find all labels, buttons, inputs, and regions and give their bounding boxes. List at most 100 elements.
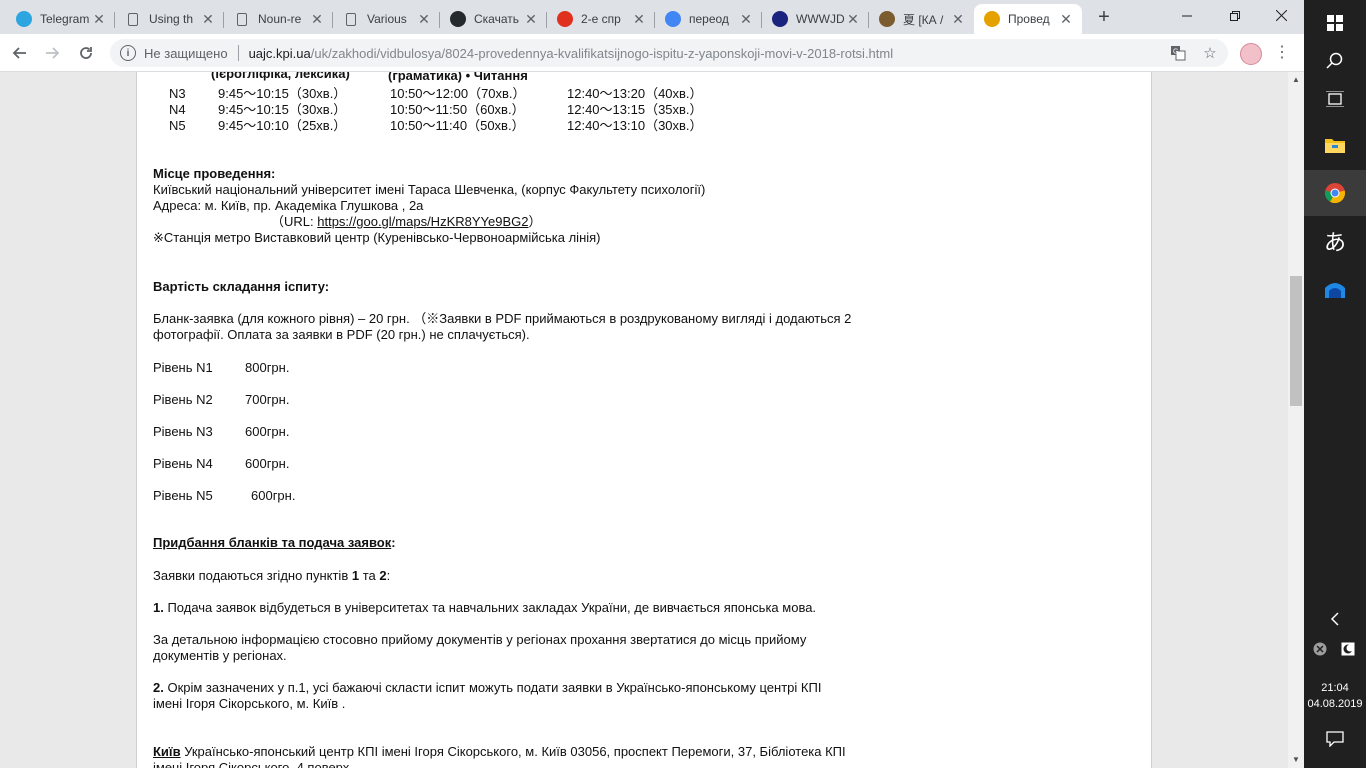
system-clock[interactable]: 21:04 04.08.2019 (1304, 680, 1366, 712)
close-window-button[interactable] (1258, 2, 1304, 30)
back-button[interactable] (6, 39, 34, 67)
intro-text-a: Заявки подаються згідно пунктів (153, 568, 352, 583)
applications-regions-line1: За детальною інформацією стосовно прийом… (153, 632, 807, 647)
tab-close-icon[interactable]: ✕ (845, 11, 861, 28)
intro-text-c: та (359, 568, 380, 583)
schedule-cell-c1: 9:45〜10:15（30хв.） (218, 86, 347, 101)
restore-button[interactable] (1212, 2, 1258, 30)
ime-app-button[interactable]: あ (1304, 218, 1366, 264)
arrow-right-icon (46, 47, 60, 59)
tab-close-icon[interactable]: ✕ (309, 11, 325, 28)
reload-button[interactable] (72, 39, 100, 67)
tab-close-icon[interactable]: ✕ (416, 11, 432, 28)
action-center-button[interactable] (1304, 716, 1366, 762)
info-icon[interactable]: i (120, 45, 136, 61)
tab-title: переод (689, 12, 729, 26)
intro-num-2: 2 (379, 568, 387, 583)
chrome-taskbar-button[interactable] (1304, 170, 1366, 216)
minimize-icon (1182, 15, 1192, 17)
address-bar[interactable]: i Не защищено uajc.kpi.ua/uk/zakhodi/vid… (110, 39, 1228, 67)
scroll-thumb[interactable] (1290, 276, 1302, 406)
point-2-number: 2. (153, 680, 164, 695)
tab-close-icon[interactable]: ✕ (200, 11, 216, 28)
browser-tab[interactable]: Скачать ✕ (440, 4, 547, 34)
app-icon (1325, 283, 1345, 298)
scroll-up-arrow-icon[interactable]: ▲ (1288, 72, 1304, 88)
tab-title: Noun-re (258, 12, 302, 26)
tab-close-icon[interactable]: ✕ (631, 11, 647, 28)
app-taskbar-button[interactable] (1304, 266, 1366, 312)
kyiv-center-line1: Київ Українсько-японський центр КПІ імен… (153, 744, 846, 760)
browser-tab[interactable]: Using th ✕ (115, 4, 224, 34)
point-2-text: Окрім зазначених у п.1, усі бажаючі скла… (163, 680, 822, 695)
tray-status-icon[interactable] (1310, 640, 1330, 658)
bookmark-star-icon[interactable]: ☆ (1198, 39, 1222, 67)
tab-close-icon[interactable]: ✕ (950, 11, 966, 28)
show-hidden-icons-button[interactable] (1304, 596, 1366, 642)
browser-menu-button[interactable]: ⋮ (1274, 40, 1290, 66)
task-view-icon (1326, 91, 1344, 107)
folder-icon (1325, 139, 1345, 153)
venue-heading: Місце проведення: (153, 166, 276, 181)
tab-title: Telegram (40, 12, 90, 26)
chrome-icon (1324, 183, 1346, 204)
tab-favicon-telegram-icon (16, 11, 32, 27)
browser-tab[interactable]: 2-е спр ✕ (547, 4, 655, 34)
reload-icon (80, 47, 92, 59)
tab-close-icon[interactable]: ✕ (523, 11, 539, 28)
schedule-cell-c3: 12:40〜13:15（35хв.） (567, 102, 703, 117)
scroll-down-arrow-icon[interactable]: ▼ (1288, 752, 1304, 768)
applications-heading: Придбання бланків та подача заявок: (153, 535, 396, 551)
browser-tab[interactable]: Провед ✕ (974, 4, 1082, 34)
windows-taskbar: あ 21:04 04.08.2019 (1304, 0, 1366, 768)
tab-favicon-site-icon (879, 11, 895, 27)
page-viewport: (ієрогліфіка, лексика) (граматика) • Чит… (0, 72, 1288, 768)
profile-avatar[interactable] (1240, 43, 1262, 65)
venue-address: Адреса: м. Київ, пр. Академіка Глушкова … (153, 198, 424, 213)
browser-tab[interactable]: Telegram ✕ (6, 4, 115, 34)
article-card: (ієрогліфіка, лексика) (граматика) • Чит… (136, 72, 1152, 768)
tab-favicon-uajc-icon (984, 11, 1000, 27)
tray-app-icon[interactable] (1338, 640, 1358, 658)
browser-tab[interactable]: WWWJD ✕ (762, 4, 869, 34)
price-level-name: Рівень N1 (153, 360, 213, 375)
forward-button[interactable] (38, 39, 66, 67)
applications-point-2-line2: імені Ігоря Сікорського, м. Київ . (153, 696, 346, 711)
new-tab-button[interactable]: + (1092, 6, 1116, 30)
tab-close-icon[interactable]: ✕ (1058, 11, 1074, 28)
tab-close-icon[interactable]: ✕ (738, 11, 754, 28)
translate-icon[interactable]: G (1166, 39, 1190, 67)
browser-tab[interactable]: 夏 [КА / ✕ (869, 4, 974, 34)
schedule-cell-level: N4 (169, 102, 186, 117)
browser-tab[interactable]: Various ✕ (333, 4, 440, 34)
cost-form-line1: Бланк-заявка (для кожного рівня) – 20 гр… (153, 311, 852, 326)
browser-tab[interactable]: Noun-re ✕ (224, 4, 333, 34)
price-level-name: Рівень N3 (153, 424, 213, 439)
venue-line1: Київський національний університет імені… (153, 182, 706, 197)
applications-point-1: 1. Подача заявок відбудеться в університ… (153, 600, 816, 616)
battery-moon-icon (1341, 642, 1355, 656)
applications-heading-colon: : (391, 535, 396, 550)
schedule-cell-c3: 12:40〜13:10（30хв.） (567, 118, 703, 133)
price-level-value: 600грн. (245, 456, 290, 471)
cost-form-line2: фотографії. Оплата за заявки в PDF (20 г… (153, 327, 530, 342)
clock-time: 21:04 (1321, 682, 1349, 694)
price-level-value: 700грн. (245, 392, 290, 407)
file-explorer-button[interactable] (1304, 122, 1366, 168)
schedule-cell-c1: 9:45〜10:10（25хв.） (218, 118, 347, 133)
price-level-name: Рівень N5 (153, 488, 213, 503)
tab-favicon-page-icon (237, 12, 247, 26)
page-scrollbar[interactable]: ▲ ▼ (1288, 72, 1304, 768)
tab-close-icon[interactable]: ✕ (91, 11, 107, 28)
kyiv-label: Київ (153, 744, 181, 759)
arrow-left-icon (12, 47, 26, 59)
map-link[interactable]: https://goo.gl/maps/HzKR8YYe9BG2 (317, 214, 528, 229)
tab-title: WWWJD (796, 12, 845, 26)
venue-url-line: （URL: https://goo.gl/maps/HzKR8YYe9BG2） (271, 214, 542, 230)
hiragana-a-icon: あ (1323, 230, 1346, 255)
tab-favicon-opera-icon (557, 11, 573, 27)
minimize-button[interactable] (1164, 2, 1210, 30)
browser-tab[interactable]: переод ✕ (655, 4, 762, 34)
url-host: uajc.kpi.ua (248, 45, 311, 61)
task-view-button[interactable] (1304, 76, 1366, 122)
